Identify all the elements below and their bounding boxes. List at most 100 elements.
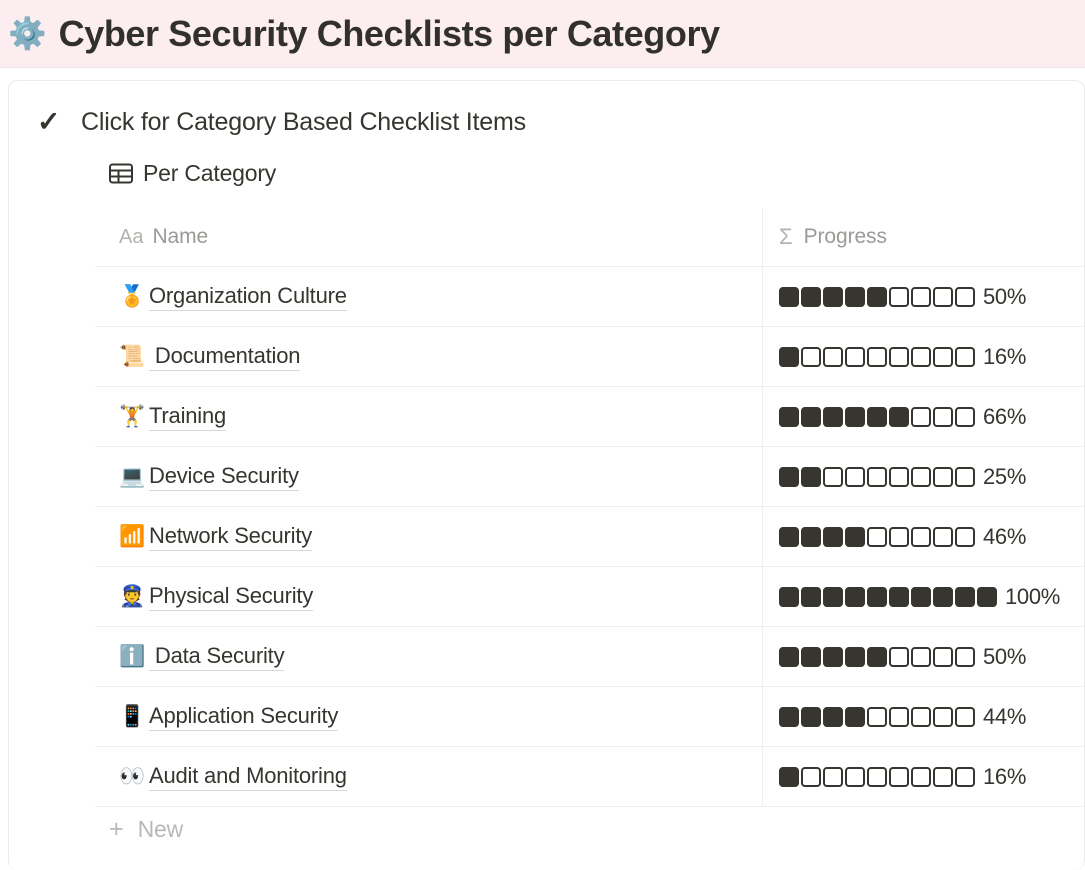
progress-block-empty bbox=[933, 286, 953, 307]
progress-block-filled bbox=[867, 586, 887, 607]
progress-block-empty bbox=[933, 706, 953, 727]
table-row[interactable]: 📱 Application Security 44% bbox=[95, 687, 1084, 747]
progress-blocks bbox=[779, 466, 975, 487]
cell-name[interactable]: 🏅 Organization Culture bbox=[95, 267, 763, 326]
cell-name[interactable]: 💻 Device Security bbox=[95, 447, 763, 506]
table-row[interactable]: 💻 Device Security 25% bbox=[95, 447, 1084, 507]
cell-name[interactable]: ℹ️ Data Security bbox=[95, 627, 763, 686]
signal-bars-emoji: 📶 bbox=[119, 525, 146, 548]
cell-name[interactable]: 📱 Application Security bbox=[95, 687, 763, 746]
progress-blocks bbox=[779, 346, 975, 367]
progress-block-filled bbox=[801, 706, 821, 727]
gear-emoji: ⚙️ bbox=[8, 16, 47, 51]
progress-indicator: 46% bbox=[779, 524, 1026, 550]
progress-block-filled bbox=[845, 586, 865, 607]
cell-progress[interactable]: 25% bbox=[763, 447, 1084, 506]
database-title: Per Category bbox=[143, 159, 277, 186]
column-header-progress[interactable]: Σ Progress bbox=[763, 208, 1084, 266]
cell-progress[interactable]: 44% bbox=[763, 687, 1084, 746]
cell-progress[interactable]: 100% bbox=[763, 567, 1084, 626]
progress-percent: 50% bbox=[983, 283, 1027, 309]
cell-name[interactable]: 🏋️ Training bbox=[95, 387, 763, 446]
checkmark-icon: ✓ bbox=[37, 106, 61, 137]
table-row[interactable]: 📶 Network Security 46% bbox=[95, 507, 1084, 567]
cell-progress[interactable]: 16% bbox=[763, 327, 1084, 386]
progress-block-empty bbox=[933, 766, 953, 787]
progress-block-empty bbox=[801, 346, 821, 367]
cell-name[interactable]: 📶 Network Security bbox=[95, 507, 763, 566]
cell-progress[interactable]: 16% bbox=[763, 747, 1084, 806]
eyes-emoji: 👀 bbox=[119, 765, 146, 788]
progress-indicator: 50% bbox=[779, 644, 1026, 670]
content-card: ✓ Click for Category Based Checklist Ite… bbox=[8, 80, 1085, 870]
progress-percent: 66% bbox=[983, 403, 1027, 429]
progress-block-empty bbox=[911, 766, 931, 787]
progress-percent: 50% bbox=[983, 643, 1027, 669]
progress-indicator: 16% bbox=[779, 764, 1026, 790]
progress-block-filled bbox=[823, 586, 843, 607]
progress-block-empty bbox=[955, 526, 975, 547]
table-row[interactable]: 👮 Physical Security 100% bbox=[95, 567, 1084, 627]
progress-blocks bbox=[779, 526, 975, 547]
progress-percent: 44% bbox=[983, 703, 1027, 729]
sigma-formula-icon: Σ bbox=[779, 224, 793, 249]
progress-block-filled bbox=[801, 646, 821, 667]
plus-icon: + bbox=[109, 814, 124, 843]
table-row[interactable]: 👀 Audit and Monitoring 16% bbox=[95, 747, 1084, 807]
table-row[interactable]: ℹ️ Data Security 50% bbox=[95, 627, 1084, 687]
progress-block-empty bbox=[911, 466, 931, 487]
row-title-link[interactable]: Application Security bbox=[149, 703, 338, 731]
toggle-block[interactable]: ✓ Click for Category Based Checklist Ite… bbox=[9, 81, 1084, 137]
progress-percent: 16% bbox=[983, 763, 1027, 789]
progress-block-empty bbox=[911, 346, 931, 367]
progress-block-empty bbox=[867, 466, 887, 487]
column-header-name-label: Name bbox=[152, 225, 209, 248]
cell-name[interactable]: 📜 Documentation bbox=[95, 327, 763, 386]
cell-name[interactable]: 👀 Audit and Monitoring bbox=[95, 747, 763, 806]
cell-progress[interactable]: 50% bbox=[763, 627, 1084, 686]
cell-progress[interactable]: 46% bbox=[763, 507, 1084, 566]
row-title-link[interactable]: Device Security bbox=[149, 463, 299, 491]
row-title-link[interactable]: Documentation bbox=[149, 343, 300, 371]
progress-block-filled bbox=[779, 406, 799, 427]
progress-block-empty bbox=[867, 346, 887, 367]
progress-block-filled bbox=[845, 526, 865, 547]
row-title-link[interactable]: Network Security bbox=[149, 523, 312, 551]
toggle-label: Click for Category Based Checklist Items bbox=[81, 107, 526, 136]
progress-indicator: 44% bbox=[779, 704, 1026, 730]
row-title-link[interactable]: Training bbox=[149, 403, 226, 431]
progress-block-filled bbox=[845, 646, 865, 667]
progress-block-filled bbox=[889, 406, 909, 427]
progress-block-filled bbox=[845, 706, 865, 727]
progress-block-filled bbox=[955, 586, 975, 607]
table-header-row: Aa Name Σ Progress bbox=[95, 208, 1084, 267]
row-title-link[interactable]: Physical Security bbox=[149, 583, 313, 611]
progress-blocks bbox=[779, 286, 975, 307]
database-header[interactable]: Per Category bbox=[9, 157, 1084, 189]
cell-progress[interactable]: 66% bbox=[763, 387, 1084, 446]
new-row-button[interactable]: + New bbox=[9, 807, 1084, 851]
progress-block-filled bbox=[801, 286, 821, 307]
table-row[interactable]: 📜 Documentation 16% bbox=[95, 327, 1084, 387]
progress-percent: 25% bbox=[983, 463, 1027, 489]
progress-block-filled bbox=[779, 766, 799, 787]
progress-block-empty bbox=[933, 646, 953, 667]
progress-block-filled bbox=[933, 586, 953, 607]
cell-progress[interactable]: 50% bbox=[763, 267, 1084, 326]
progress-block-empty bbox=[911, 646, 931, 667]
page-title: Cyber Security Checklists per Category bbox=[58, 12, 720, 54]
progress-block-filled bbox=[801, 406, 821, 427]
row-title-link[interactable]: Audit and Monitoring bbox=[149, 763, 347, 791]
row-title-link[interactable]: Data Security bbox=[149, 643, 285, 671]
progress-block-filled bbox=[845, 286, 865, 307]
row-title-link[interactable]: Organization Culture bbox=[149, 283, 347, 311]
progress-block-filled bbox=[779, 586, 799, 607]
column-header-name[interactable]: Aa Name bbox=[95, 208, 763, 266]
progress-block-filled bbox=[889, 586, 909, 607]
table-row[interactable]: 🏋️ Training 66% bbox=[95, 387, 1084, 447]
page-banner: ⚙️ Cyber Security Checklists per Categor… bbox=[0, 0, 1085, 68]
table-row[interactable]: 🏅 Organization Culture 50% bbox=[95, 267, 1084, 327]
progress-block-filled bbox=[823, 646, 843, 667]
cell-name[interactable]: 👮 Physical Security bbox=[95, 567, 763, 626]
progress-block-empty bbox=[933, 526, 953, 547]
